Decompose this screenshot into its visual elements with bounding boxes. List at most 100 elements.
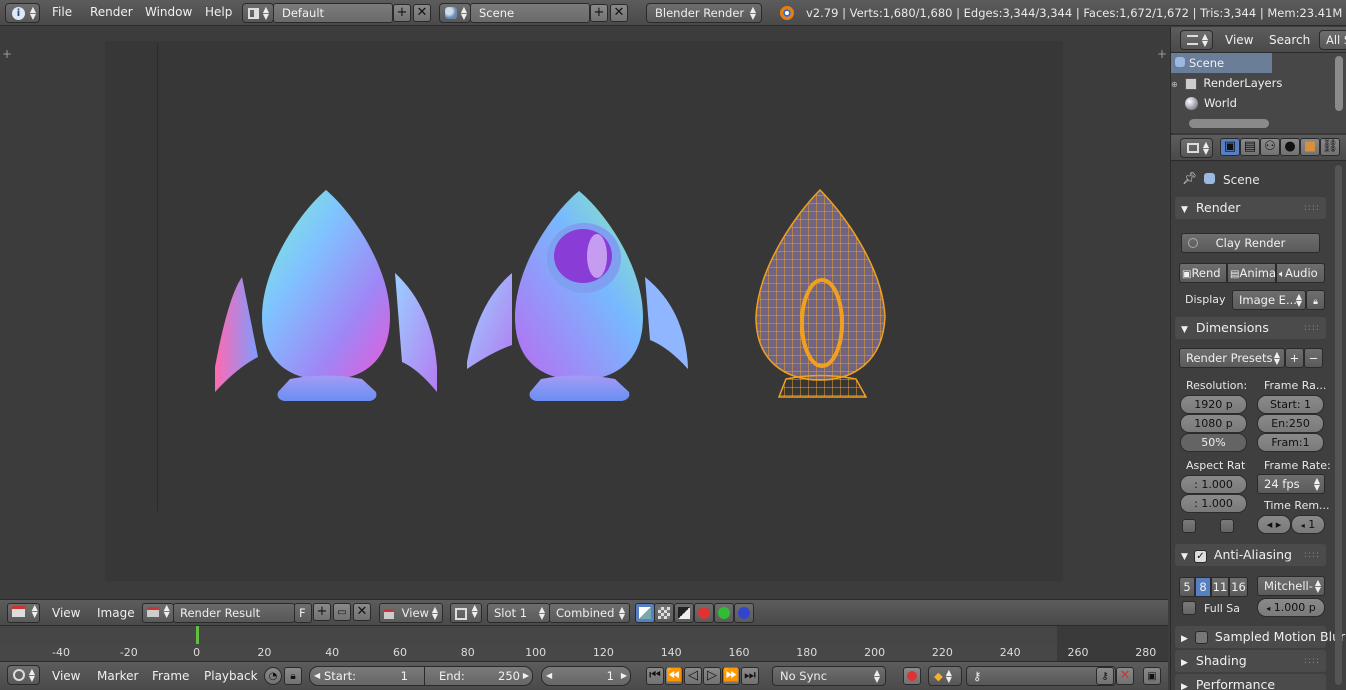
new-image-button[interactable]: +: [313, 603, 331, 621]
remove-scene-button[interactable]: ✕: [610, 4, 628, 22]
remove-layout-button[interactable]: ✕: [413, 4, 431, 22]
aa-filter-select[interactable]: Mitchell- ▲ ▼: [1257, 576, 1325, 596]
drag-handle-icon[interactable]: ::::: [1304, 650, 1320, 672]
outliner-tree[interactable]: Scene ⊕ RenderLayers World: [1171, 53, 1346, 133]
lock-range-button[interactable]: 🔒︎: [284, 667, 302, 685]
time-remap-new-field[interactable]: ◂ 1: [1291, 515, 1325, 534]
menu-file[interactable]: File: [52, 5, 72, 19]
image-editor-viewport[interactable]: + +: [0, 27, 1168, 599]
aa-samples-8[interactable]: 8: [1195, 577, 1211, 597]
render-button[interactable]: ▣: [1143, 667, 1161, 685]
editor-type-button[interactable]: ▲ ▼: [1180, 138, 1213, 158]
editor-type-button[interactable]: i ▲ ▼: [5, 3, 40, 23]
green-channel-toggle[interactable]: [714, 603, 734, 623]
red-channel-toggle[interactable]: [694, 603, 714, 623]
resolution-y-field[interactable]: 1080 p: [1180, 414, 1247, 433]
aspect-x-field[interactable]: : 1.000: [1180, 475, 1247, 494]
menu-view[interactable]: View: [52, 669, 80, 683]
constraints-tab-icon[interactable]: ⛓: [1320, 138, 1340, 156]
slot-select[interactable]: Slot 1 ▲ ▼: [487, 603, 550, 623]
outliner-item-renderlayers[interactable]: ⊕ RenderLayers: [1171, 73, 1331, 93]
blue-channel-toggle[interactable]: [734, 603, 754, 623]
frame-rate-select[interactable]: 24 fps ▲ ▼: [1257, 474, 1325, 494]
resolution-percent-slider[interactable]: 50%: [1180, 433, 1247, 452]
pivot-select[interactable]: ▲ ▼: [450, 603, 482, 623]
editor-type-button[interactable]: ▲ ▼: [7, 665, 40, 685]
drag-handle-icon[interactable]: ::::: [1304, 317, 1320, 339]
view-mode-select[interactable]: View ▲ ▼: [379, 603, 443, 623]
scene-name-field[interactable]: Scene: [470, 3, 590, 23]
play-button[interactable]: ▷: [703, 667, 721, 685]
jump-start-button[interactable]: ⏮: [646, 667, 664, 685]
crop-checkbox[interactable]: [1220, 519, 1234, 533]
drag-handle-icon[interactable]: ::::: [1304, 544, 1320, 566]
render-panel-header[interactable]: ▼ Render ::::: [1175, 197, 1326, 219]
aspect-y-field[interactable]: : 1.000: [1180, 494, 1247, 513]
timeline-area[interactable]: -40 -20 0 20 40 60 80 100 120 140 160 180 200 220 240 2…: [0, 625, 1168, 662]
jump-end-button[interactable]: ⏭: [741, 667, 759, 685]
sampled-motion-blur-panel-header[interactable]: ▶ Sampled Motion Blur: [1175, 626, 1345, 648]
menu-marker[interactable]: Marker: [97, 669, 138, 683]
world-tab-icon[interactable]: ●: [1280, 138, 1300, 156]
scene-tab-icon[interactable]: ⚇: [1260, 138, 1280, 156]
render-animation-button[interactable]: ▤Anima: [1227, 263, 1276, 283]
sync-mode-select[interactable]: No Sync ▲ ▼: [772, 666, 886, 686]
frame-end-field[interactable]: En:250: [1257, 414, 1324, 433]
add-layout-button[interactable]: +: [393, 4, 411, 22]
active-keying-set-field[interactable]: ⚷: [966, 666, 1116, 686]
lock-interface-button[interactable]: 🔒︎: [1306, 290, 1325, 310]
aa-samples-16[interactable]: 16: [1229, 577, 1248, 597]
end-frame-field[interactable]: End: 250 ▶: [424, 666, 533, 686]
render-layers-tab-icon[interactable]: ▤: [1240, 138, 1260, 156]
resolution-x-field[interactable]: 1920 p: [1180, 395, 1247, 414]
menu-image[interactable]: Image: [97, 606, 135, 620]
clay-render-button[interactable]: Clay Render: [1181, 233, 1320, 253]
frame-ruler[interactable]: [0, 645, 1168, 661]
unlink-image-button[interactable]: ✕: [353, 603, 371, 621]
editor-type-button[interactable]: ▲ ▼: [1180, 30, 1213, 50]
anti-aliasing-panel-header[interactable]: ▼ ✓ Anti-Aliasing ::::: [1175, 544, 1326, 566]
aa-samples-11[interactable]: 11: [1211, 577, 1229, 597]
time-remap-old-field[interactable]: ◂ ▸: [1257, 515, 1291, 534]
open-image-button[interactable]: ▭: [333, 603, 351, 621]
outliner-hscrollbar[interactable]: [1189, 119, 1269, 128]
render-audio-button[interactable]: 🔈︎Audio: [1276, 263, 1325, 283]
render-tab-icon[interactable]: ▣: [1220, 138, 1240, 156]
outliner-item-scene[interactable]: Scene: [1171, 53, 1272, 73]
color-alpha-toggle[interactable]: [635, 603, 655, 623]
menu-help[interactable]: Help: [205, 5, 232, 19]
render-presets-select[interactable]: Render Presets ▲ ▼: [1179, 348, 1285, 368]
object-tab-icon[interactable]: ■: [1300, 138, 1320, 156]
add-scene-button[interactable]: +: [590, 4, 608, 22]
render-pass-select[interactable]: Combined ▲ ▼: [549, 603, 630, 623]
render-engine-select[interactable]: Blender Render ▲ ▼: [646, 3, 762, 23]
properties-scrollbar[interactable]: [1335, 165, 1342, 685]
drag-handle-icon[interactable]: ::::: [1304, 197, 1320, 219]
layout-browse-button[interactable]: ▲ ▼: [242, 3, 274, 23]
frame-step-field[interactable]: Fram:1: [1257, 433, 1324, 452]
add-preset-button[interactable]: +: [1285, 348, 1304, 368]
menu-render[interactable]: Render: [90, 5, 133, 19]
start-frame-field[interactable]: ◀ Start: 1: [309, 666, 425, 686]
outliner-menu-view[interactable]: View: [1225, 33, 1253, 47]
jump-next-keyframe-button[interactable]: ⏩: [722, 667, 740, 685]
performance-panel-header[interactable]: ▶ Performance: [1175, 674, 1326, 690]
full-sample-checkbox[interactable]: [1182, 601, 1196, 615]
image-browse-button[interactable]: ▲ ▼: [142, 603, 174, 623]
menu-playback[interactable]: Playback: [204, 669, 258, 683]
layout-name-field[interactable]: Default: [273, 3, 393, 23]
jump-prev-keyframe-button[interactable]: ⏪: [665, 667, 683, 685]
display-mode-select[interactable]: Image E... ▲ ▼: [1232, 290, 1306, 310]
dimensions-panel-header[interactable]: ▼ Dimensions ::::: [1175, 317, 1326, 339]
menu-window[interactable]: Window: [145, 5, 192, 19]
fake-user-button[interactable]: F: [294, 603, 312, 623]
aa-samples-5[interactable]: 5: [1179, 577, 1195, 597]
remove-preset-button[interactable]: −: [1304, 348, 1323, 368]
insert-keyframe-button[interactable]: ⚷: [1096, 667, 1114, 685]
keying-set-button[interactable]: ◆ ▲ ▼: [928, 666, 962, 686]
outliner-item-world[interactable]: World: [1171, 93, 1331, 113]
border-checkbox[interactable]: [1182, 519, 1196, 533]
render-still-button[interactable]: ▣Rend: [1179, 263, 1227, 283]
editor-type-button[interactable]: ▲ ▼: [7, 603, 40, 623]
auto-keying-button[interactable]: [903, 667, 921, 685]
